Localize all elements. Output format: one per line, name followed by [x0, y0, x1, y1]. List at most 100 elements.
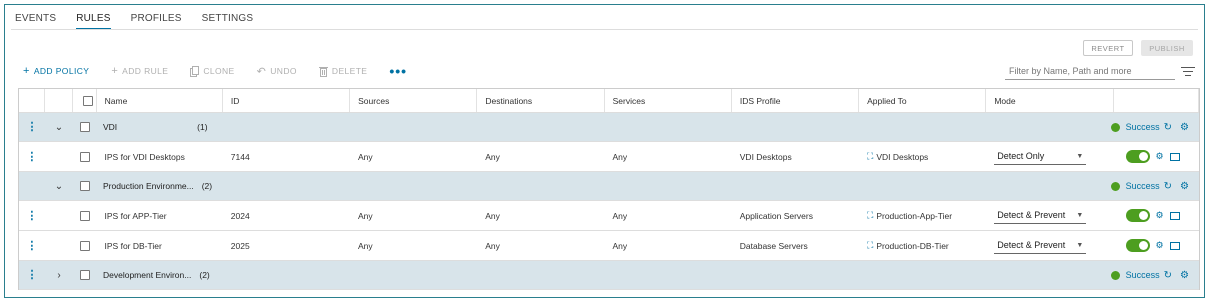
row-checkbox[interactable] — [79, 240, 90, 251]
chevron-right-icon[interactable]: › — [45, 261, 73, 289]
group-icon: ⛶ — [867, 240, 874, 250]
status-text[interactable]: Success — [1126, 181, 1160, 191]
tab-events[interactable]: EVENTS — [15, 11, 56, 30]
col-sources[interactable]: Sources — [350, 89, 478, 112]
rule-name[interactable]: IPS for APP-Tier — [97, 201, 223, 230]
undo-icon: ↶ — [256, 65, 267, 78]
filter-input[interactable]: Filter by Name, Path and more — [1005, 63, 1175, 80]
mode-value: Detect & Prevent — [997, 240, 1066, 250]
delete-button[interactable]: DELETE — [318, 66, 367, 77]
rule-sources[interactable]: Any — [350, 201, 477, 230]
section-checkbox-cell — [73, 172, 97, 200]
log-icon[interactable] — [1169, 152, 1180, 161]
rule-services[interactable]: Any — [605, 142, 732, 171]
more-actions-button[interactable]: ••• — [389, 64, 407, 78]
toolbar: + ADD POLICY + ADD RULE CLONE ↶ UNDO DEL… — [23, 64, 407, 78]
refresh-icon[interactable]: ↻ — [1164, 122, 1172, 133]
section-status: Success ↻ ⚙ — [1110, 172, 1189, 200]
table-row[interactable]: ⋮ IPS for DB-Tier 2025 Any Any Any Datab… — [19, 231, 1199, 261]
rule-sources[interactable]: Any — [350, 231, 477, 260]
add-policy-button[interactable]: + ADD POLICY — [23, 65, 89, 77]
tab-divider — [11, 29, 1198, 30]
section-name: Development Environ... — [103, 270, 192, 280]
status-text[interactable]: Success — [1126, 270, 1160, 280]
rule-enable-toggle[interactable] — [1125, 150, 1150, 163]
rule-name[interactable]: IPS for VDI Desktops — [97, 142, 223, 171]
rule-applied-to[interactable]: ⛶ Production-App-Tier — [859, 201, 986, 230]
col-services[interactable]: Services — [605, 89, 732, 112]
clone-button[interactable]: CLONE — [190, 65, 234, 77]
rule-services[interactable]: Any — [605, 201, 732, 230]
select-all-cell — [73, 89, 97, 112]
gear-icon[interactable]: ⚙ — [1156, 210, 1164, 221]
row-checkbox[interactable] — [79, 210, 90, 221]
section-checkbox[interactable] — [80, 181, 90, 191]
tab-rules[interactable]: RULES — [76, 11, 111, 30]
rule-enable-toggle[interactable] — [1125, 239, 1150, 252]
rule-destinations[interactable]: Any — [477, 142, 604, 171]
gear-icon[interactable]: ⚙ — [1156, 240, 1164, 251]
gear-icon[interactable]: ⚙ — [1180, 181, 1189, 192]
tab-settings[interactable]: SETTINGS — [202, 11, 254, 30]
mode-select[interactable]: Detect & Prevent ▼ — [994, 207, 1087, 224]
log-icon[interactable] — [1169, 211, 1180, 220]
chevron-down-icon[interactable]: ⌄ — [45, 172, 73, 200]
rule-applied-to[interactable]: ⛶ Production-DB-Tier — [859, 231, 986, 260]
gear-icon[interactable]: ⚙ — [1156, 151, 1164, 162]
rule-sources[interactable]: Any — [350, 142, 477, 171]
gear-icon[interactable]: ⚙ — [1180, 270, 1189, 281]
policy-section[interactable]: ⋮ › Development Environ... (2) Success ↻… — [19, 261, 1199, 290]
table-row[interactable]: ⋮ IPS for APP-Tier 2024 Any Any Any Appl… — [19, 201, 1199, 231]
log-icon[interactable] — [1169, 241, 1180, 250]
rule-id: 2024 — [230, 210, 250, 221]
status-text[interactable]: Success — [1126, 122, 1160, 132]
publish-button[interactable]: PUBLISH — [1141, 40, 1193, 56]
drag-handle-icon[interactable]: ⋮ — [19, 261, 45, 289]
col-destinations[interactable]: Destinations — [477, 89, 605, 112]
filter-icon[interactable] — [1181, 67, 1195, 79]
section-status: Success ↻ ⚙ — [1110, 113, 1189, 141]
undo-button[interactable]: ↶ UNDO — [257, 65, 297, 78]
rule-enable-toggle[interactable] — [1125, 209, 1150, 222]
section-name-cell: VDI (1) — [103, 113, 208, 141]
rule-name[interactable]: IPS for DB-Tier — [97, 231, 223, 260]
rule-ids-profile[interactable]: Application Servers — [732, 201, 859, 230]
section-name: VDI — [103, 122, 118, 132]
mode-value: Detect Only — [997, 151, 1045, 161]
add-rule-label: ADD RULE — [122, 66, 169, 76]
refresh-icon[interactable]: ↻ — [1164, 181, 1172, 192]
drag-handle-icon[interactable]: ⋮ — [19, 231, 45, 260]
rule-ids-profile[interactable]: Database Servers — [732, 231, 859, 260]
rule-actions: ⚙ — [1114, 201, 1200, 230]
select-all-checkbox[interactable] — [83, 95, 94, 106]
col-mode[interactable]: Mode — [986, 89, 1114, 112]
row-checkbox[interactable] — [79, 151, 90, 162]
revert-button[interactable]: REVERT — [1083, 40, 1133, 56]
policy-section[interactable]: ⌄ Production Environme... (2) Success ↻ … — [19, 172, 1199, 201]
chevron-down-icon[interactable]: ⌄ — [45, 113, 73, 141]
rule-services[interactable]: Any — [605, 231, 732, 260]
section-checkbox[interactable] — [80, 122, 90, 132]
rule-ids-profile[interactable]: VDI Desktops — [732, 142, 859, 171]
col-name[interactable]: Name — [97, 89, 223, 112]
drag-handle-icon[interactable]: ⋮ — [19, 142, 45, 171]
policy-section[interactable]: ⋮ ⌄ VDI (1) Success ↻ ⚙ — [19, 113, 1199, 142]
rule-destinations[interactable]: Any — [477, 201, 604, 230]
rule-actions: ⚙ — [1114, 142, 1200, 171]
drag-handle-icon[interactable]: ⋮ — [19, 113, 45, 141]
col-id[interactable]: ID — [223, 89, 351, 112]
table-row[interactable]: ⋮ IPS for VDI Desktops 7144 Any Any Any … — [19, 142, 1199, 172]
mode-select[interactable]: Detect & Prevent ▼ — [994, 237, 1087, 254]
drag-handle-icon[interactable]: ⋮ — [19, 201, 45, 230]
tab-profiles[interactable]: PROFILES — [131, 11, 182, 30]
mode-select[interactable]: Detect Only ▼ — [994, 148, 1087, 165]
section-checkbox[interactable] — [80, 270, 90, 280]
gear-icon[interactable]: ⚙ — [1180, 122, 1189, 133]
col-ids-profile[interactable]: IDS Profile — [732, 89, 860, 112]
add-rule-button[interactable]: + ADD RULE — [111, 65, 168, 77]
rule-destinations[interactable]: Any — [477, 231, 604, 260]
rule-applied-to[interactable]: ⛶ VDI Desktops — [859, 142, 986, 171]
success-dot-icon — [1110, 122, 1120, 132]
col-applied-to[interactable]: Applied To — [859, 89, 987, 112]
refresh-icon[interactable]: ↻ — [1164, 270, 1172, 281]
